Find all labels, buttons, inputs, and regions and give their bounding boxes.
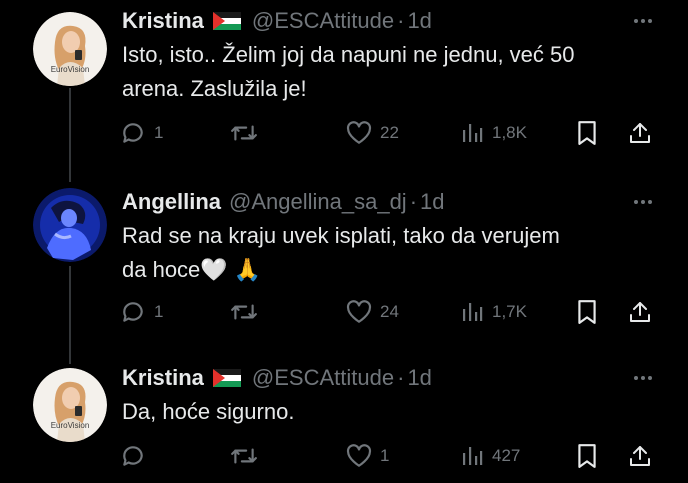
avatar-caption: EuroVision: [51, 65, 90, 74]
like-button[interactable]: 22: [346, 118, 399, 148]
reply-icon: [123, 446, 143, 466]
heart-icon: [346, 444, 372, 467]
avatar[interactable]: EuroVision: [33, 12, 107, 86]
views-button[interactable]: 1,8K: [460, 118, 527, 148]
share-icon: [630, 302, 650, 322]
separator: ·: [409, 189, 418, 214]
tweet-text: Isto, isto.. Želim joj da napuni ne jedn…: [122, 42, 575, 101]
user-handle[interactable]: @Angellina_sa_dj: [229, 189, 407, 215]
reply-button[interactable]: [120, 441, 154, 471]
tweet-text: Da, hoće sigurno.: [122, 399, 295, 424]
more-icon[interactable]: [634, 19, 652, 23]
like-button[interactable]: 24: [346, 297, 399, 327]
like-count: 1: [380, 446, 390, 465]
bookmark-icon: [578, 300, 596, 324]
display-name[interactable]: Angellina: [122, 189, 221, 215]
reply-count: 1: [154, 123, 164, 142]
more-icon[interactable]: [634, 376, 652, 380]
retweet-icon: [231, 125, 257, 141]
reply-button[interactable]: 1: [120, 118, 163, 148]
heart-icon: [346, 121, 372, 144]
retweet-icon: [231, 304, 257, 320]
retweet-button[interactable]: [230, 118, 266, 148]
palestine-flag-icon: [212, 12, 241, 30]
like-button[interactable]: 1: [346, 441, 389, 471]
retweet-button[interactable]: [230, 441, 266, 471]
timestamp[interactable]: 1d: [420, 189, 444, 215]
reply-count: 1: [154, 302, 164, 321]
tweet[interactable]: Angellina @Angellina_sa_dj · 1d Rad se n…: [0, 176, 688, 356]
share-button[interactable]: [628, 297, 652, 327]
timestamp[interactable]: 1d: [407, 365, 431, 391]
retweet-button[interactable]: [230, 297, 266, 327]
views-button[interactable]: 1,7K: [460, 297, 527, 327]
reply-icon: [123, 302, 143, 322]
reply-button[interactable]: 1: [120, 297, 163, 327]
share-button[interactable]: [628, 118, 652, 148]
palestine-flag-icon: [212, 369, 241, 387]
heart-icon: [346, 300, 372, 323]
reply-icon: [123, 123, 143, 143]
views-count: 1,7K: [492, 302, 527, 321]
like-count: 24: [380, 302, 399, 321]
like-count: 22: [380, 123, 399, 142]
views-icon: [463, 303, 483, 321]
share-button[interactable]: [628, 441, 652, 471]
avatar[interactable]: [33, 188, 107, 262]
bookmark-button[interactable]: [576, 297, 598, 327]
retweet-icon: [231, 448, 257, 464]
bookmark-button[interactable]: [576, 118, 598, 148]
views-button[interactable]: 427: [460, 441, 520, 471]
user-handle[interactable]: @ESCAttitude: [252, 8, 394, 34]
display-name[interactable]: Kristina: [122, 365, 204, 391]
bookmark-icon: [578, 121, 596, 145]
views-count: 1,8K: [492, 123, 527, 142]
share-icon: [630, 123, 650, 143]
tweet-text: Rad se na kraju uvek isplati, tako da ve…: [122, 223, 560, 282]
avatar[interactable]: EuroVision: [33, 368, 107, 442]
tweet[interactable]: EuroVision Kristina @ESCAttitude · 1d Is…: [0, 0, 688, 170]
user-handle[interactable]: @ESCAttitude: [252, 365, 394, 391]
more-icon[interactable]: [634, 200, 652, 204]
timestamp[interactable]: 1d: [407, 8, 431, 34]
tweet[interactable]: EuroVision Kristina @ESCAttitude · 1d Da…: [0, 360, 688, 483]
bookmark-icon: [578, 444, 596, 468]
views-icon: [463, 124, 483, 142]
share-icon: [630, 446, 650, 466]
bookmark-button[interactable]: [576, 441, 598, 471]
views-icon: [463, 447, 483, 465]
avatar-caption: EuroVision: [51, 421, 90, 430]
separator: ·: [397, 8, 405, 33]
display-name[interactable]: Kristina: [122, 8, 204, 34]
views-count: 427: [492, 446, 521, 465]
separator: ·: [397, 365, 405, 390]
